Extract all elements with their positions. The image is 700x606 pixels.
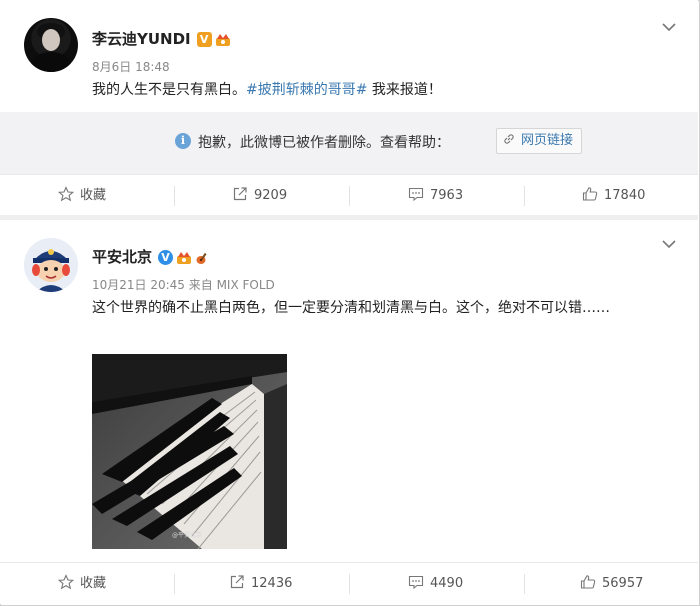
repost-button[interactable]: 9209 <box>232 175 287 217</box>
divider <box>524 574 525 594</box>
comment-button[interactable]: 4490 <box>408 563 463 605</box>
post-time[interactable]: 8月6日 18:48 <box>92 58 170 75</box>
chevron-down-icon[interactable] <box>662 22 676 32</box>
action-bar: 收藏 12436 4490 56957 <box>0 562 698 605</box>
like-icon <box>580 575 596 589</box>
divider <box>524 186 525 206</box>
deleted-retweet-notice: i 抱歉，此微博已被作者删除。查看帮助： 网页链接 <box>0 112 698 174</box>
like-button[interactable]: 56957 <box>580 563 643 605</box>
post-photo-piano[interactable]: @平安北京 <box>92 354 287 549</box>
post-text-after: 我来报道！ <box>367 82 442 98</box>
like-icon <box>582 187 598 201</box>
post-time[interactable]: 10月21日 20:45 来自 MIX FOLD <box>92 276 275 293</box>
help-link-button[interactable]: 网页链接 <box>496 128 583 154</box>
comment-count[interactable]: 4490 <box>430 576 463 591</box>
favorite-button[interactable]: 收藏 <box>57 563 106 605</box>
piano-keys-image <box>92 354 287 549</box>
weibo-post-2: 平安北京 V 10月21日 20:45 来自 MIX FOLD 这个世界的确不止黑… <box>0 220 698 604</box>
divider <box>349 574 350 594</box>
repost-button[interactable]: 12436 <box>229 563 292 605</box>
repost-count[interactable]: 12436 <box>251 576 292 591</box>
action-bar: 收藏 9209 7963 17840 <box>0 174 698 217</box>
like-count[interactable]: 56957 <box>602 576 643 591</box>
photo-watermark: @平安北京 <box>172 532 203 539</box>
post-text: 我的人生不是只有黑白。#披荆斩棘的哥哥# 我来报道！ <box>92 78 442 102</box>
favorite-label[interactable]: 收藏 <box>80 188 106 203</box>
verified-badge: V <box>196 32 212 47</box>
author-name-text[interactable]: 李云迪YUNDI <box>92 30 191 48</box>
comment-count[interactable]: 7963 <box>430 188 463 203</box>
info-icon: i <box>175 133 191 149</box>
author-name[interactable]: 平安北京 V <box>92 246 211 267</box>
avatar[interactable] <box>24 238 78 292</box>
weibo-post-1: 李云迪YUNDI V 8月6日 18:48 我的人生不是只有黑白。#披荆斩棘的哥哥… <box>0 0 698 216</box>
like-button[interactable]: 17840 <box>582 175 645 217</box>
verified-badge: V <box>158 250 174 265</box>
help-link-label[interactable]: 网页链接 <box>521 133 573 148</box>
divider <box>349 186 350 206</box>
comment-button[interactable]: 7963 <box>408 175 463 217</box>
crown-icon <box>215 33 230 46</box>
deleted-message: 抱歉，此微博已被作者删除。查看帮助： <box>198 135 450 151</box>
comment-icon <box>408 575 424 590</box>
police-mascot-icon <box>24 238 78 292</box>
divider <box>174 186 175 206</box>
chevron-down-icon[interactable] <box>662 239 676 249</box>
share-icon <box>230 575 244 589</box>
hashtag-link[interactable]: #披荆斩棘的哥哥# <box>246 82 367 98</box>
star-icon <box>57 574 75 590</box>
comment-icon <box>408 187 424 202</box>
favorite-label[interactable]: 收藏 <box>80 576 106 591</box>
link-icon <box>504 134 514 144</box>
author-name[interactable]: 李云迪YUNDI V <box>92 28 231 49</box>
divider <box>174 574 175 594</box>
star-icon <box>57 186 75 202</box>
crown-icon <box>177 251 192 264</box>
post-text: 这个世界的确不止黑白两色，但一定要分清和划清黑与白。这个，绝对不可以错…… <box>92 300 610 316</box>
author-name-text[interactable]: 平安北京 <box>92 248 152 266</box>
repost-count[interactable]: 9209 <box>254 188 287 203</box>
guitar-icon <box>196 252 207 264</box>
share-icon <box>233 187 247 201</box>
like-count[interactable]: 17840 <box>604 188 645 203</box>
post-text-before: 我的人生不是只有黑白。 <box>92 82 246 98</box>
favorite-button[interactable]: 收藏 <box>57 175 106 217</box>
avatar[interactable] <box>24 18 78 72</box>
